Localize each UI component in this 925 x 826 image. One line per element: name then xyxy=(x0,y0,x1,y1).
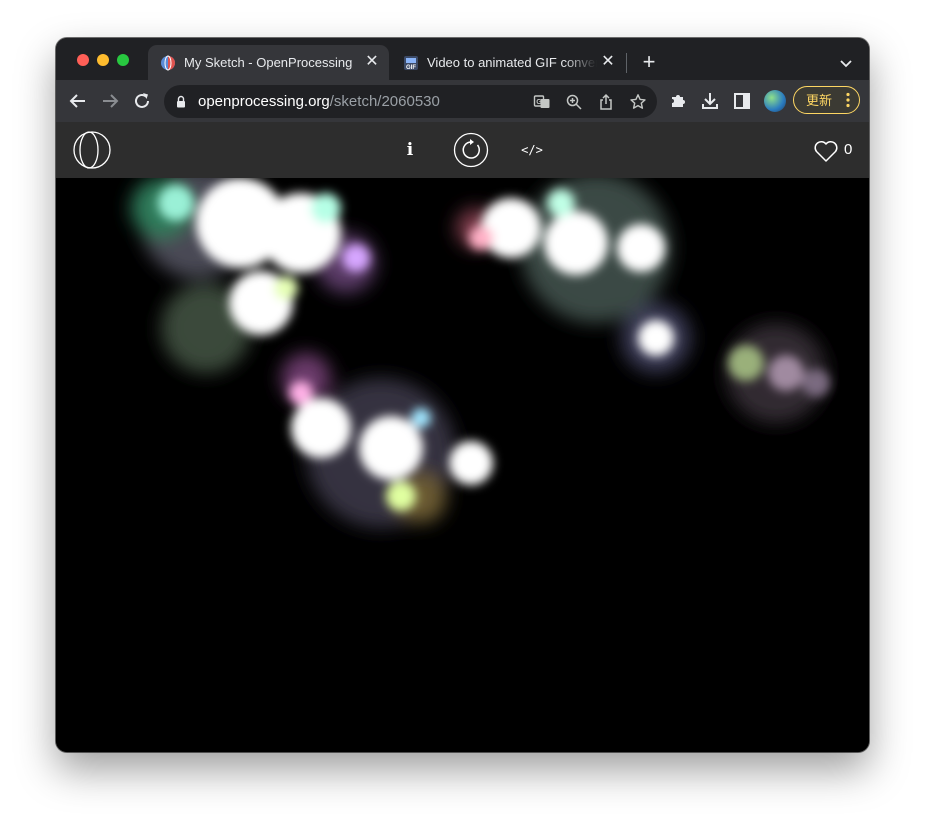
update-button[interactable]: 更新 xyxy=(793,86,860,114)
back-arrow-icon[interactable] xyxy=(67,90,89,112)
tab-gif-converter[interactable]: GIF Video to animated GIF converter ✕ xyxy=(391,45,625,80)
openprocessing-logo[interactable] xyxy=(72,131,112,169)
url-text: openprocessing.org/sketch/2060530 xyxy=(198,93,440,110)
address-bar[interactable]: openprocessing.org/sketch/2060530 G xyxy=(164,85,657,118)
new-tab-icon[interactable]: + xyxy=(638,51,660,73)
restart-icon[interactable] xyxy=(453,132,489,168)
tab-close-icon[interactable]: ✕ xyxy=(363,53,381,71)
kebab-menu-icon[interactable] xyxy=(846,92,850,108)
update-button-label: 更新 xyxy=(806,93,833,108)
code-button[interactable]: </> xyxy=(520,140,544,160)
browser-toolbar: openprocessing.org/sketch/2060530 G 更新 xyxy=(56,80,869,122)
profile-avatar[interactable] xyxy=(764,90,786,112)
tab-separator xyxy=(626,53,627,73)
browser-window: My Sketch - OpenProcessing ✕ GIF Video t… xyxy=(56,38,869,752)
reload-icon[interactable] xyxy=(131,90,153,112)
sketch-canvas[interactable] xyxy=(56,178,869,752)
openprocessing-header: i </> 0 xyxy=(56,122,869,178)
download-icon[interactable] xyxy=(700,91,720,111)
zoom-icon[interactable] xyxy=(565,93,583,111)
window-close-button[interactable] xyxy=(77,54,89,66)
side-panel-icon[interactable] xyxy=(732,91,752,111)
tab-title: Video to animated GIF converter xyxy=(427,55,597,70)
info-button[interactable]: i xyxy=(400,138,420,162)
star-icon[interactable] xyxy=(629,93,647,111)
svg-text:G: G xyxy=(536,99,542,106)
url-path: /sketch/2060530 xyxy=(329,93,440,110)
url-domain: openprocessing.org xyxy=(198,93,330,110)
svg-text:GIF: GIF xyxy=(406,65,416,71)
like-count: 0 xyxy=(844,141,853,158)
heart-icon[interactable] xyxy=(813,139,839,163)
sketch-graphics xyxy=(131,178,830,528)
tab-title: My Sketch - OpenProcessing xyxy=(184,55,353,70)
openprocessing-favicon-icon xyxy=(161,55,175,71)
puzzle-icon[interactable] xyxy=(668,91,688,111)
forward-arrow-icon[interactable] xyxy=(99,90,121,112)
gif-favicon-icon: GIF xyxy=(404,56,418,71)
tab-strip: My Sketch - OpenProcessing ✕ GIF Video t… xyxy=(56,38,869,80)
window-minimize-button[interactable] xyxy=(97,54,109,66)
window-zoom-button[interactable] xyxy=(117,54,129,66)
share-icon[interactable] xyxy=(597,93,615,111)
tab-my-sketch[interactable]: My Sketch - OpenProcessing ✕ xyxy=(148,45,389,80)
translate-icon[interactable]: G xyxy=(533,93,551,111)
tab-search-chevron-icon[interactable] xyxy=(836,53,856,73)
lock-icon[interactable] xyxy=(176,95,186,108)
tab-close-icon[interactable]: ✕ xyxy=(599,53,617,71)
